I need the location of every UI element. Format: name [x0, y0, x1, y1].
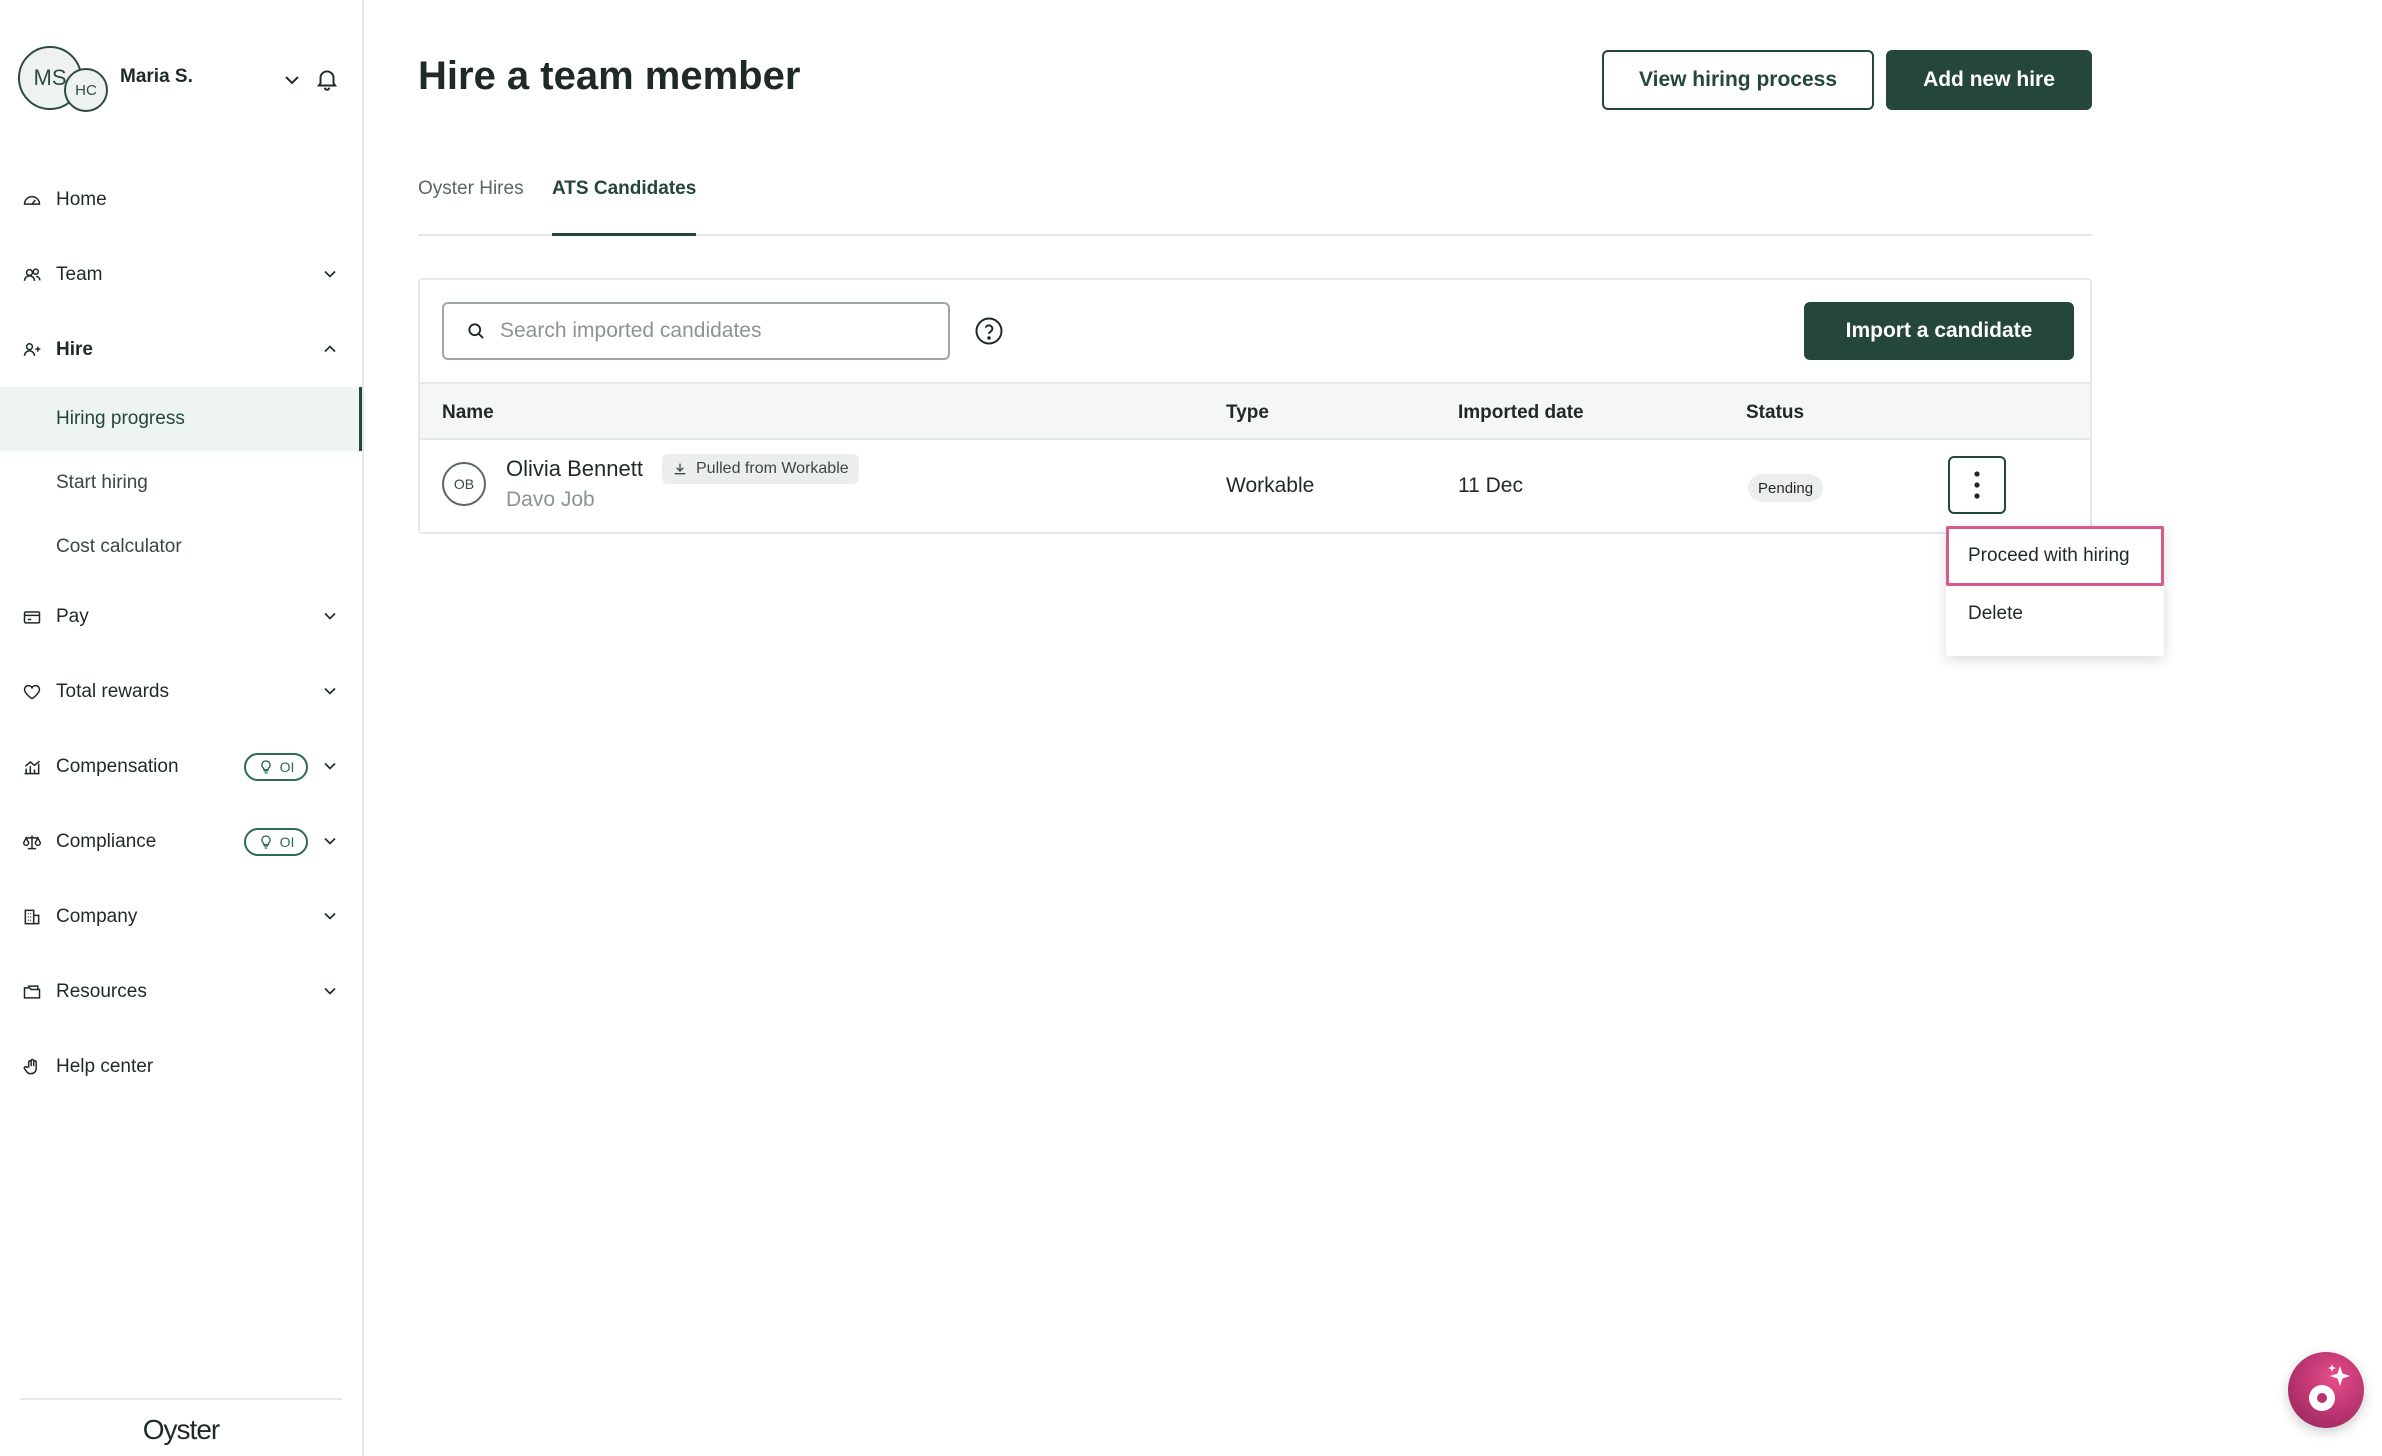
- add-new-hire-button[interactable]: Add new hire: [1886, 50, 2092, 110]
- source-badge: Pulled from Workable: [662, 454, 859, 484]
- chevron-up-icon: [324, 345, 336, 353]
- sidebar-divider: [20, 1398, 342, 1400]
- sidebar-item-company[interactable]: Company: [0, 879, 362, 954]
- bell-icon[interactable]: [314, 66, 340, 92]
- sidebar-item-help-center[interactable]: Help center: [0, 1029, 362, 1104]
- app-root: MS HC Maria S. Home Team Hire Hiring pro…: [0, 0, 2382, 1456]
- search-input[interactable]: [500, 319, 940, 343]
- sidebar-item-hire[interactable]: Hire: [0, 312, 362, 387]
- sidebar-item-label: Total rewards: [56, 680, 169, 702]
- chevron-down-icon: [324, 987, 336, 995]
- oi-badge-label: OI: [279, 834, 295, 850]
- status-badge: Pending: [1748, 474, 1824, 502]
- user-menu[interactable]: MS HC Maria S.: [18, 46, 348, 112]
- wallet-icon: [23, 610, 41, 624]
- candidate-avatar: OB: [442, 462, 486, 506]
- table-header: Name Type Imported date Status: [420, 382, 2090, 440]
- download-icon: [674, 463, 686, 475]
- source-badge-label: Pulled from Workable: [696, 460, 849, 477]
- sidebar-item-resources[interactable]: Resources: [0, 954, 362, 1029]
- column-header-type[interactable]: Type: [1226, 402, 1269, 424]
- users-icon: [23, 267, 41, 281]
- sidebar-item-label: Compliance: [56, 830, 157, 852]
- search-box[interactable]: [442, 302, 950, 360]
- page-title: Hire a team member: [418, 54, 801, 98]
- column-header-name[interactable]: Name: [442, 402, 494, 424]
- column-header-status[interactable]: Status: [1746, 402, 1804, 424]
- more-vertical-icon: [1974, 471, 1980, 499]
- candidates-card: Import a candidate Name Type Imported da…: [418, 278, 2092, 534]
- oi-badge-label: OI: [279, 759, 295, 775]
- sidebar-subitem-hiring-progress[interactable]: Hiring progress: [0, 387, 362, 451]
- import-candidate-button[interactable]: Import a candidate: [1804, 302, 2074, 360]
- tab-oyster-hires[interactable]: Oyster Hires: [418, 178, 524, 234]
- candidate-job: Davo Job: [506, 488, 595, 511]
- menu-item-proceed-with-hiring[interactable]: Proceed with hiring: [1946, 526, 2164, 586]
- menu-item-delete[interactable]: Delete: [1946, 584, 2164, 644]
- folder-icon: [23, 984, 41, 999]
- lightbulb-icon: [260, 760, 271, 774]
- sparkle-assistant-icon: [2309, 1364, 2350, 1411]
- tab-bar: Oyster Hires ATS Candidates: [418, 178, 2092, 236]
- sidebar-subitem-cost-calculator[interactable]: Cost calculator: [0, 515, 362, 579]
- sidebar: MS HC Maria S. Home Team Hire Hiring pro…: [0, 0, 364, 1456]
- chevron-down-icon: [324, 270, 336, 278]
- avatar-secondary: HC: [64, 68, 108, 112]
- sidebar-item-pay[interactable]: Pay: [0, 579, 362, 654]
- sidebar-subitem-label: Start hiring: [56, 472, 148, 493]
- view-hiring-process-button[interactable]: View hiring process: [1602, 50, 1874, 110]
- sidebar-item-label: Home: [56, 188, 107, 210]
- user-name: Maria S.: [120, 66, 193, 87]
- chevron-down-icon: [324, 687, 336, 695]
- sidebar-subitem-start-hiring[interactable]: Start hiring: [0, 451, 362, 515]
- sidebar-item-label: Company: [56, 905, 138, 927]
- sidebar-subitem-label: Hiring progress: [56, 408, 185, 429]
- chart-icon: [24, 760, 40, 774]
- sidebar-item-compensation[interactable]: Compensation OI: [0, 729, 362, 804]
- chevron-down-icon: [324, 912, 336, 920]
- oi-badge: OI: [244, 828, 308, 856]
- candidate-imported-date: 11 Dec: [1458, 474, 1523, 497]
- gauge-icon: [23, 195, 41, 205]
- search-icon: [468, 323, 484, 339]
- scale-icon: [22, 834, 42, 849]
- sidebar-item-label: Compensation: [56, 755, 179, 777]
- sidebar-item-label: Resources: [56, 980, 147, 1002]
- oi-badge: OI: [244, 753, 308, 781]
- column-header-imported-date[interactable]: Imported date: [1458, 402, 1584, 424]
- tab-ats-candidates[interactable]: ATS Candidates: [552, 178, 697, 236]
- sidebar-item-label: Pay: [56, 605, 89, 627]
- sidebar-item-team[interactable]: Team: [0, 237, 362, 312]
- candidate-name[interactable]: Olivia Bennett: [506, 456, 643, 482]
- main-nav: Home Team Hire Hiring progress Start hir…: [0, 162, 362, 1104]
- chevron-down-icon: [324, 837, 336, 845]
- hand-icon: [23, 1058, 37, 1074]
- brand-logo[interactable]: Oyster: [0, 1414, 362, 1446]
- building-icon: [24, 909, 40, 924]
- row-actions-menu: Proceed with hiring Delete: [1946, 526, 2164, 656]
- sidebar-item-label: Team: [56, 263, 103, 285]
- assistant-button[interactable]: [2288, 1352, 2364, 1428]
- help-icon[interactable]: [974, 316, 1004, 346]
- heart-icon: [23, 684, 41, 700]
- row-actions-button[interactable]: [1948, 456, 2006, 514]
- sidebar-item-compliance[interactable]: Compliance OI: [0, 804, 362, 879]
- candidate-type: Workable: [1226, 474, 1315, 497]
- chevron-down-icon: [324, 762, 336, 770]
- sidebar-item-label: Help center: [56, 1055, 154, 1077]
- sidebar-subitem-label: Cost calculator: [56, 536, 182, 557]
- sidebar-item-total-rewards[interactable]: Total rewards: [0, 654, 362, 729]
- chevron-down-icon[interactable]: [280, 68, 304, 92]
- user-plus-icon: [23, 342, 41, 356]
- sidebar-item-label: Hire: [56, 338, 93, 360]
- table-row[interactable]: OB Olivia Bennett Pulled from Workable D…: [420, 440, 2090, 532]
- sidebar-item-home[interactable]: Home: [0, 162, 362, 237]
- chevron-down-icon: [324, 612, 336, 620]
- lightbulb-icon: [260, 835, 271, 849]
